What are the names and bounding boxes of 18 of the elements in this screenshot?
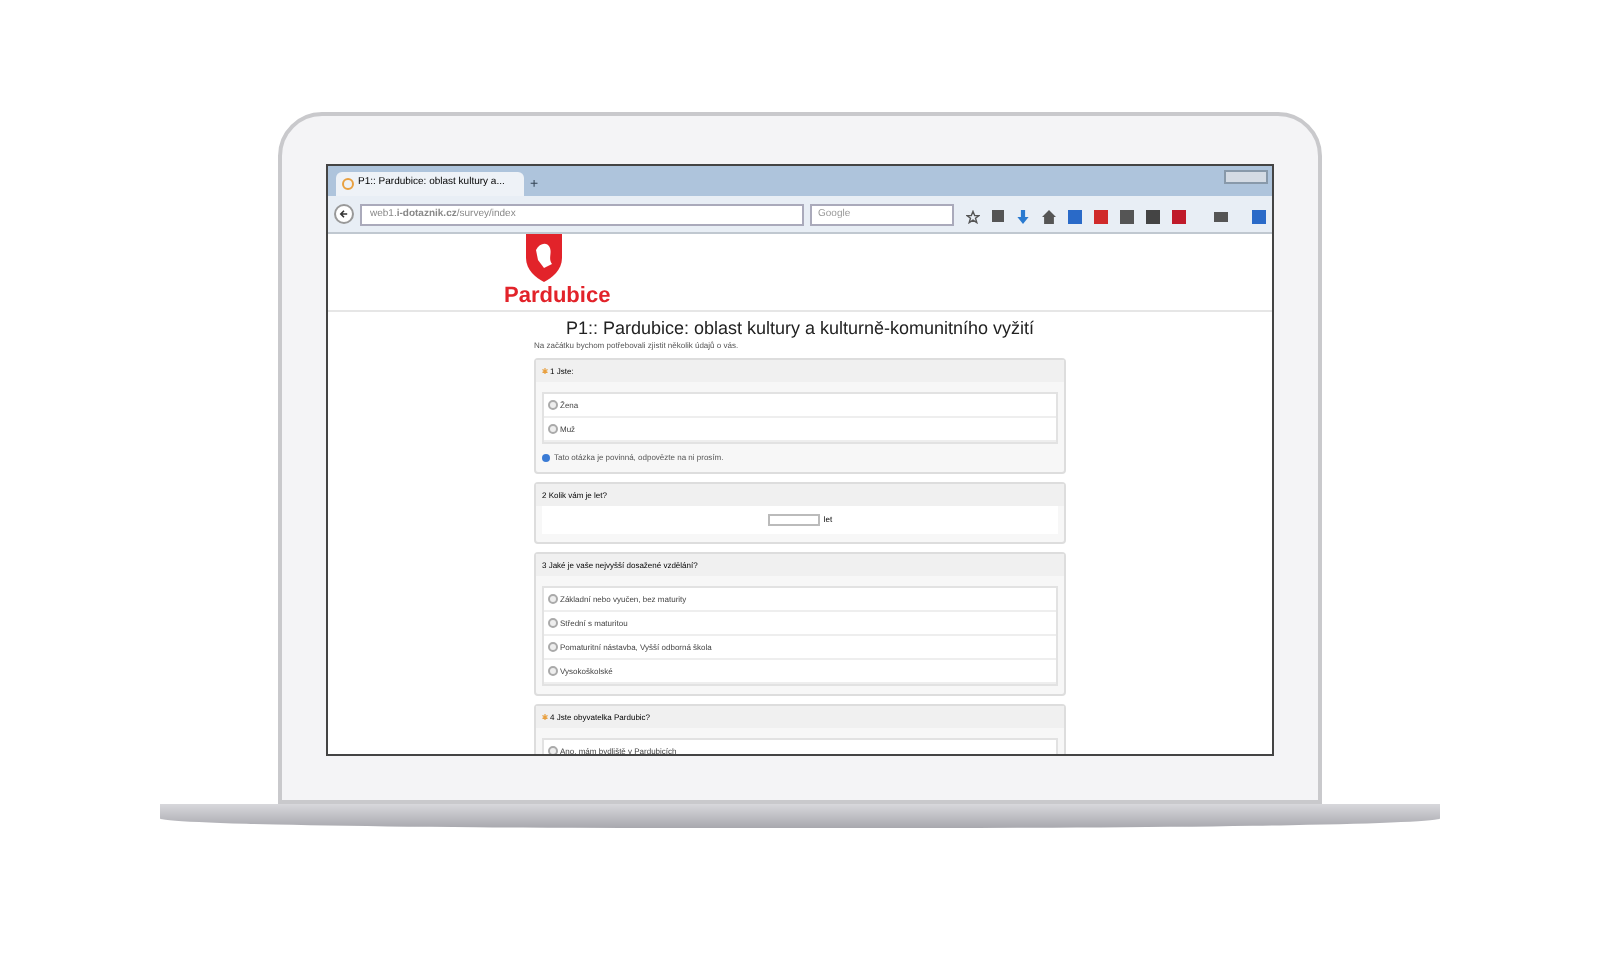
radio-button[interactable] — [548, 618, 558, 628]
loading-icon — [342, 178, 354, 190]
radio-button[interactable] — [548, 400, 558, 410]
coat-of-arms-icon — [524, 234, 564, 282]
home-icon[interactable] — [1042, 209, 1056, 223]
radio-button[interactable] — [548, 642, 558, 652]
radio-button[interactable] — [548, 424, 558, 434]
download-icon[interactable] — [1016, 209, 1030, 223]
radio-button[interactable] — [548, 594, 558, 604]
logo-text: Pardubice — [504, 282, 611, 310]
star-icon[interactable] — [966, 209, 980, 223]
extension-icon[interactable] — [1252, 209, 1266, 223]
radio-button[interactable] — [548, 666, 558, 676]
age-input[interactable] — [767, 514, 820, 526]
back-icon[interactable] — [334, 204, 354, 224]
survey-title: P1:: Pardubice: oblast kultury a kulturně-komunitního vyžití — [565, 318, 1035, 340]
info-icon — [542, 454, 550, 462]
radio-button[interactable] — [548, 746, 558, 754]
